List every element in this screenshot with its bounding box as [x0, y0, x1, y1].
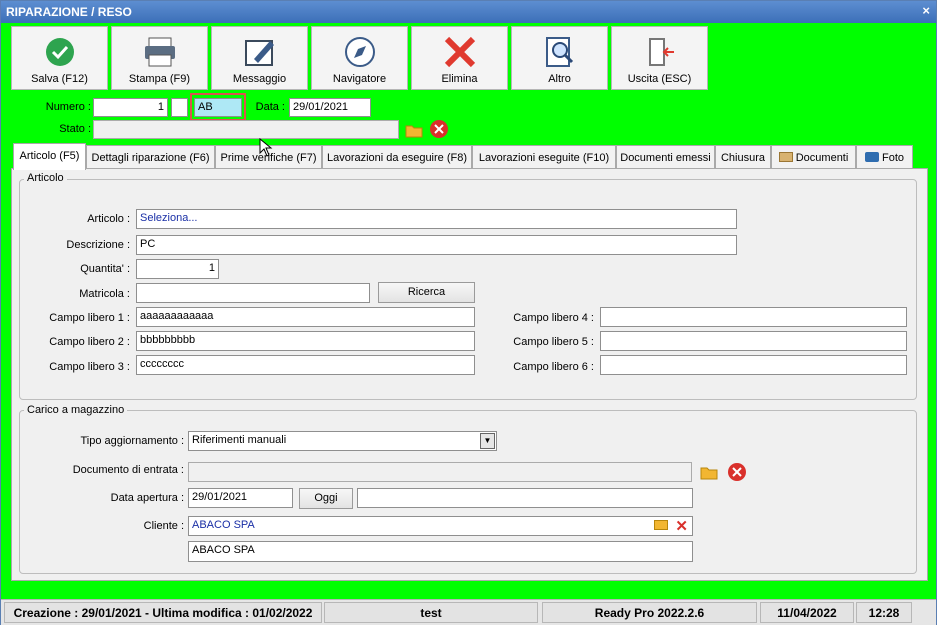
search-doc-icon	[512, 35, 607, 69]
date-field[interactable]: 29/01/2021	[289, 98, 371, 117]
campo4-field[interactable]	[600, 307, 907, 327]
tipo-label: Tipo aggiornamento :	[80, 435, 184, 447]
folder-icon[interactable]	[403, 120, 425, 140]
carico-group-title: Carico a magazzino	[24, 404, 128, 416]
numero-label: Numero :	[45, 101, 91, 113]
articolo-panel: Articolo Articolo : Seleziona... Descriz…	[11, 168, 928, 581]
data-label: Data :	[255, 101, 285, 113]
more-label: Altro	[548, 73, 571, 85]
tab-foto-label: Foto	[882, 152, 905, 164]
clear-icon[interactable]: ✕	[675, 517, 688, 535]
print-label: Stampa (F9)	[128, 73, 191, 85]
delete-button[interactable]: Elimina	[411, 26, 508, 90]
exit-label: Uscita (ESC)	[627, 73, 692, 85]
status-field[interactable]	[93, 120, 399, 139]
check-icon	[12, 35, 107, 69]
folder-icon[interactable]	[654, 520, 668, 530]
delete-icon	[412, 35, 507, 69]
tab-dettagli[interactable]: Dettagli riparazione (F6)	[86, 145, 215, 169]
tab-documenti[interactable]: Documenti	[771, 145, 856, 169]
folder-icon[interactable]	[698, 461, 720, 481]
repair-window: RIPARAZIONE / RESO × Salva (F12) Stampa …	[0, 0, 937, 625]
campo6-field[interactable]	[600, 355, 907, 375]
navigator-button[interactable]: Navigatore	[311, 26, 408, 90]
tab-lavorazioni-eseguite[interactable]: Lavorazioni eseguite (F10)	[472, 145, 616, 169]
navigator-label: Navigatore	[332, 73, 387, 85]
cursor-icon	[259, 137, 273, 161]
articolo-label: Articolo :	[87, 213, 130, 225]
documento-label: Documento di entrata :	[72, 464, 184, 476]
save-button[interactable]: Salva (F12)	[11, 26, 108, 90]
quantita-field[interactable]: 1	[136, 259, 219, 279]
ricerca-button[interactable]: Ricerca	[378, 282, 475, 303]
message-button[interactable]: Messaggio	[211, 26, 308, 90]
data-apertura-label: Data apertura :	[110, 492, 184, 504]
cliente-label: Cliente :	[143, 520, 184, 532]
campo2-field[interactable]: bbbbbbbbb	[136, 331, 475, 351]
serie-field[interactable]	[171, 98, 188, 117]
cliente-name-field: ABACO SPA	[188, 541, 693, 562]
briefcase-icon	[778, 152, 793, 162]
tab-articolo[interactable]: Articolo (F5)	[13, 143, 86, 170]
oggi-button[interactable]: Oggi	[299, 488, 353, 509]
exit-button[interactable]: Uscita (ESC)	[611, 26, 708, 90]
message-icon	[212, 35, 307, 69]
save-label: Salva (F12)	[31, 73, 88, 85]
title-bar: RIPARAZIONE / RESO ×	[1, 1, 936, 23]
documento-field[interactable]	[188, 462, 692, 482]
status-date: 11/04/2022	[760, 602, 854, 623]
cliente-field[interactable]: ABACO SPA ✕	[188, 516, 693, 536]
message-label: Messaggio	[232, 73, 287, 85]
more-button[interactable]: Altro	[511, 26, 608, 90]
campo1-field[interactable]: aaaaaaaaaaaa	[136, 307, 475, 327]
exit-icon	[612, 35, 707, 69]
campo2-label: Campo libero 2 :	[49, 336, 130, 348]
articolo-group-title: Articolo	[24, 172, 67, 184]
data-apertura-field[interactable]: 29/01/2021	[188, 488, 293, 508]
printer-icon	[112, 35, 207, 69]
tipo-select[interactable]: Riferimenti manuali ▼	[188, 431, 497, 451]
cliente-code: ABACO SPA	[192, 519, 255, 531]
matricola-label: Matricola :	[79, 288, 130, 300]
status-time: 12:28	[856, 602, 912, 623]
data-extra-field[interactable]	[357, 488, 693, 508]
tab-chiusura[interactable]: Chiusura	[715, 145, 771, 169]
window-title: RIPARAZIONE / RESO	[6, 5, 132, 19]
tab-lavorazioni-da-eseguire[interactable]: Lavorazioni da eseguire (F8)	[322, 145, 472, 169]
stato-label: Stato :	[59, 123, 91, 135]
clear-icon[interactable]	[726, 461, 748, 481]
matricola-field[interactable]	[136, 283, 370, 303]
tab-foto[interactable]: Foto	[856, 145, 913, 169]
campo1-label: Campo libero 1 :	[49, 312, 130, 324]
numero-field[interactable]: 1	[93, 98, 168, 117]
campo5-label: Campo libero 5 :	[513, 336, 594, 348]
tab-documenti-label: Documenti	[795, 152, 849, 164]
campo6-label: Campo libero 6 :	[513, 361, 594, 373]
descrizione-label: Descrizione :	[66, 239, 130, 251]
campo3-label: Campo libero 3 :	[49, 361, 130, 373]
print-button[interactable]: Stampa (F9)	[111, 26, 208, 90]
compass-icon	[312, 35, 407, 69]
status-info: Creazione : 29/01/2021 - Ultima modifica…	[4, 602, 322, 623]
campo4-label: Campo libero 4 :	[513, 312, 594, 324]
camera-icon	[864, 152, 879, 162]
tipo-select-value: Riferimenti manuali	[192, 434, 287, 446]
delete-label: Elimina	[441, 73, 478, 85]
quantita-label: Quantita' :	[80, 263, 130, 275]
chevron-down-icon[interactable]: ▼	[480, 433, 495, 449]
clear-icon[interactable]	[429, 119, 451, 139]
status-bar: Creazione : 29/01/2021 - Ultima modifica…	[1, 599, 936, 625]
close-icon[interactable]: ×	[922, 3, 930, 18]
articolo-field[interactable]: Seleziona...	[136, 209, 737, 229]
status-app: Ready Pro 2022.2.6	[542, 602, 757, 623]
descrizione-field[interactable]: PC	[136, 235, 737, 255]
suffix-field[interactable]: AB	[194, 98, 242, 117]
status-user: test	[324, 602, 538, 623]
campo5-field[interactable]	[600, 331, 907, 351]
tab-documenti-emessi[interactable]: Documenti emessi	[616, 145, 715, 169]
campo3-field[interactable]: cccccccc	[136, 355, 475, 375]
